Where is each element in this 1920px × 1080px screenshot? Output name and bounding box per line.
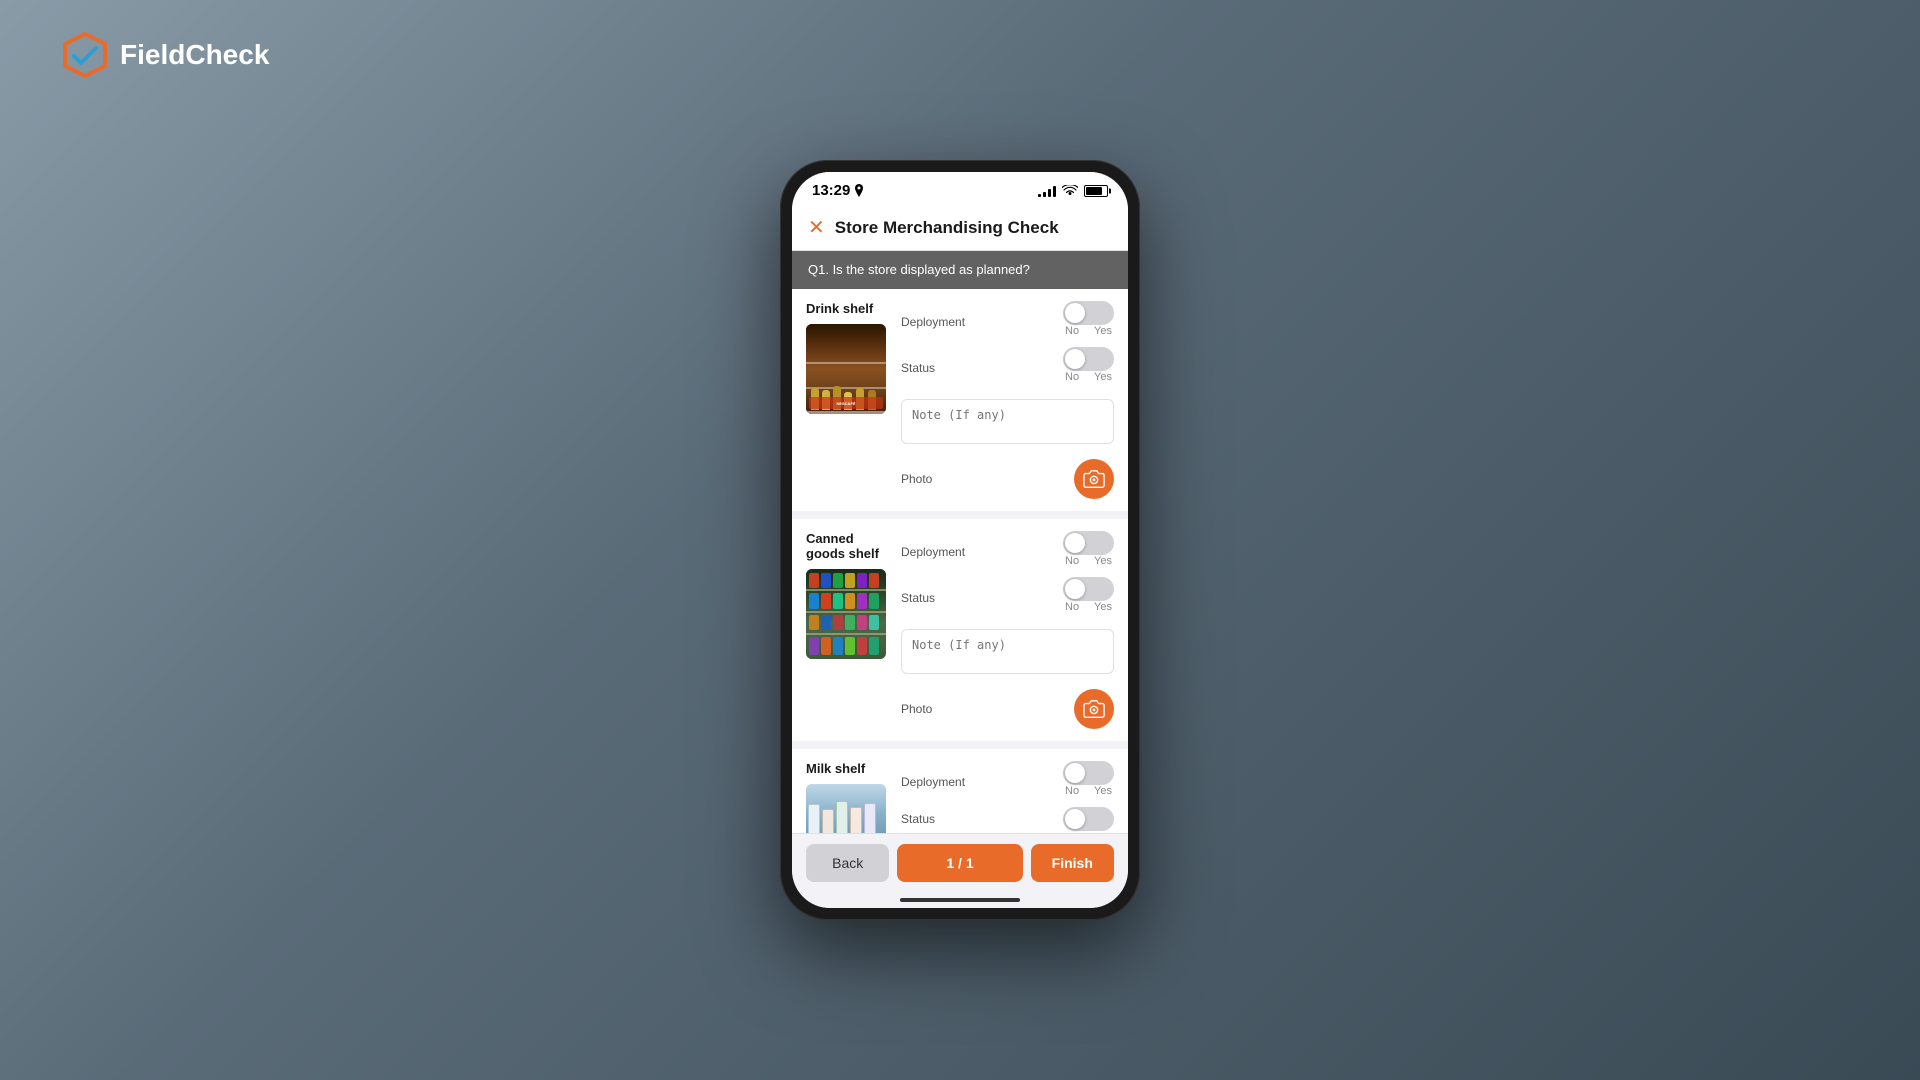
milk-status-knob <box>1065 809 1085 829</box>
signal-bars-icon <box>1038 185 1056 197</box>
drink-deployment-yes: Yes <box>1094 325 1112 337</box>
content-scroll[interactable]: Drink shelf <box>792 289 1128 833</box>
drink-deployment-label: Deployment <box>901 315 965 329</box>
canned-shelf-controls: Deployment No Yes <box>901 531 1114 729</box>
time-display: 13:29 <box>812 182 850 199</box>
drink-status-yes: Yes <box>1094 371 1112 383</box>
app-header: ✕ Store Merchandising Check <box>792 205 1128 251</box>
section-drink-shelf: Drink shelf <box>792 289 1128 511</box>
battery-fill <box>1086 187 1102 195</box>
canned-deployment-no: No <box>1065 555 1079 567</box>
logo-field-text: Field <box>120 39 185 70</box>
drink-photo-row: Photo <box>901 459 1114 499</box>
camera-icon-canned <box>1083 698 1105 720</box>
drink-status-knob <box>1065 349 1085 369</box>
canned-label-line1: Canned <box>806 531 854 546</box>
canned-photo-label: Photo <box>901 702 932 716</box>
status-time: 13:29 <box>812 182 864 199</box>
canned-label-line2: goods shelf <box>806 546 879 561</box>
question-text: Q1. Is the store displayed as planned? <box>808 262 1030 277</box>
drink-deployment-toggle-container: No Yes <box>1063 301 1114 343</box>
camera-icon <box>1083 468 1105 490</box>
milk-shelf-image <box>806 784 886 833</box>
location-icon <box>854 184 864 198</box>
milk-deployment-yes: Yes <box>1094 785 1112 797</box>
canned-deployment-yes: Yes <box>1094 555 1112 567</box>
canned-status-yes: Yes <box>1094 601 1112 613</box>
drink-shelf-label: Drink shelf <box>806 301 891 316</box>
fieldcheck-logo: FieldCheck <box>60 30 269 80</box>
signal-bar-4 <box>1053 186 1056 197</box>
canned-status-no: No <box>1065 601 1079 613</box>
back-button[interactable]: Back <box>806 844 889 882</box>
finish-button[interactable]: Finish <box>1031 844 1114 882</box>
drink-photo-label: Photo <box>901 472 932 486</box>
milk-deployment-toggle-container: No Yes <box>1063 761 1114 803</box>
question-banner: Q1. Is the store displayed as planned? <box>792 251 1128 289</box>
canned-shelf-image <box>806 569 886 659</box>
drink-deployment-toggle[interactable] <box>1063 301 1114 325</box>
phone-frame: 13:29 <box>780 160 1140 920</box>
canned-status-toggle-container: No Yes <box>1063 577 1114 619</box>
status-bar: 13:29 <box>792 172 1128 205</box>
logo-text: FieldCheck <box>120 39 269 71</box>
canned-photo-row: Photo <box>901 689 1114 729</box>
milk-status-toggle[interactable] <box>1063 807 1114 831</box>
drink-deployment-no: No <box>1065 325 1079 337</box>
canned-status-label: Status <box>901 591 935 605</box>
canned-camera-button[interactable] <box>1074 689 1114 729</box>
canned-shelf-label: Canned goods shelf <box>806 531 891 561</box>
drink-note-field[interactable] <box>901 399 1114 444</box>
home-indicator <box>792 892 1128 908</box>
canned-note-field[interactable] <box>901 629 1114 674</box>
home-bar <box>900 898 1020 902</box>
drink-status-no: No <box>1065 371 1079 383</box>
status-icons <box>1038 185 1108 197</box>
canned-deployment-label: Deployment <box>901 545 965 559</box>
close-button[interactable]: ✕ <box>808 215 825 240</box>
milk-deployment-no: No <box>1065 785 1079 797</box>
signal-bar-3 <box>1048 189 1051 197</box>
milk-deployment-knob <box>1065 763 1085 783</box>
section-milk-shelf: Milk shelf <box>792 749 1128 833</box>
milk-deployment-label: Deployment <box>901 775 965 789</box>
phone-screen: 13:29 <box>792 172 1128 908</box>
page-indicator: 1 / 1 <box>897 844 1022 882</box>
canned-deployment-toggle-container: No Yes <box>1063 531 1114 573</box>
signal-bar-1 <box>1038 194 1041 197</box>
canned-status-knob <box>1065 579 1085 599</box>
milk-status-toggle-container <box>1063 807 1114 831</box>
logo-check-text: Check <box>185 39 269 70</box>
milk-deployment-toggle[interactable] <box>1063 761 1114 785</box>
drink-shelf-image: NESCAFÉ <box>806 324 886 414</box>
battery-icon <box>1084 185 1108 197</box>
logo-hex-icon <box>60 30 110 80</box>
section-canned-goods-shelf: Canned goods shelf <box>792 519 1128 741</box>
drink-camera-button[interactable] <box>1074 459 1114 499</box>
milk-shelf-label: Milk shelf <box>806 761 891 776</box>
bottom-nav: Back 1 / 1 Finish <box>792 833 1128 892</box>
drink-deployment-knob <box>1065 303 1085 323</box>
milk-status-label: Status <box>901 812 935 826</box>
app-title: Store Merchandising Check <box>835 218 1059 238</box>
canned-status-toggle[interactable] <box>1063 577 1114 601</box>
drink-shelf-controls: Deployment No Yes <box>901 301 1114 499</box>
canned-deployment-knob <box>1065 533 1085 553</box>
drink-status-label: Status <box>901 361 935 375</box>
drink-status-toggle[interactable] <box>1063 347 1114 371</box>
wifi-icon <box>1062 185 1078 197</box>
signal-bar-2 <box>1043 192 1046 197</box>
drink-status-toggle-container: No Yes <box>1063 347 1114 389</box>
canned-deployment-toggle[interactable] <box>1063 531 1114 555</box>
milk-shelf-controls: Deployment No Yes <box>901 761 1114 833</box>
phone-mockup: 13:29 <box>780 160 1140 920</box>
